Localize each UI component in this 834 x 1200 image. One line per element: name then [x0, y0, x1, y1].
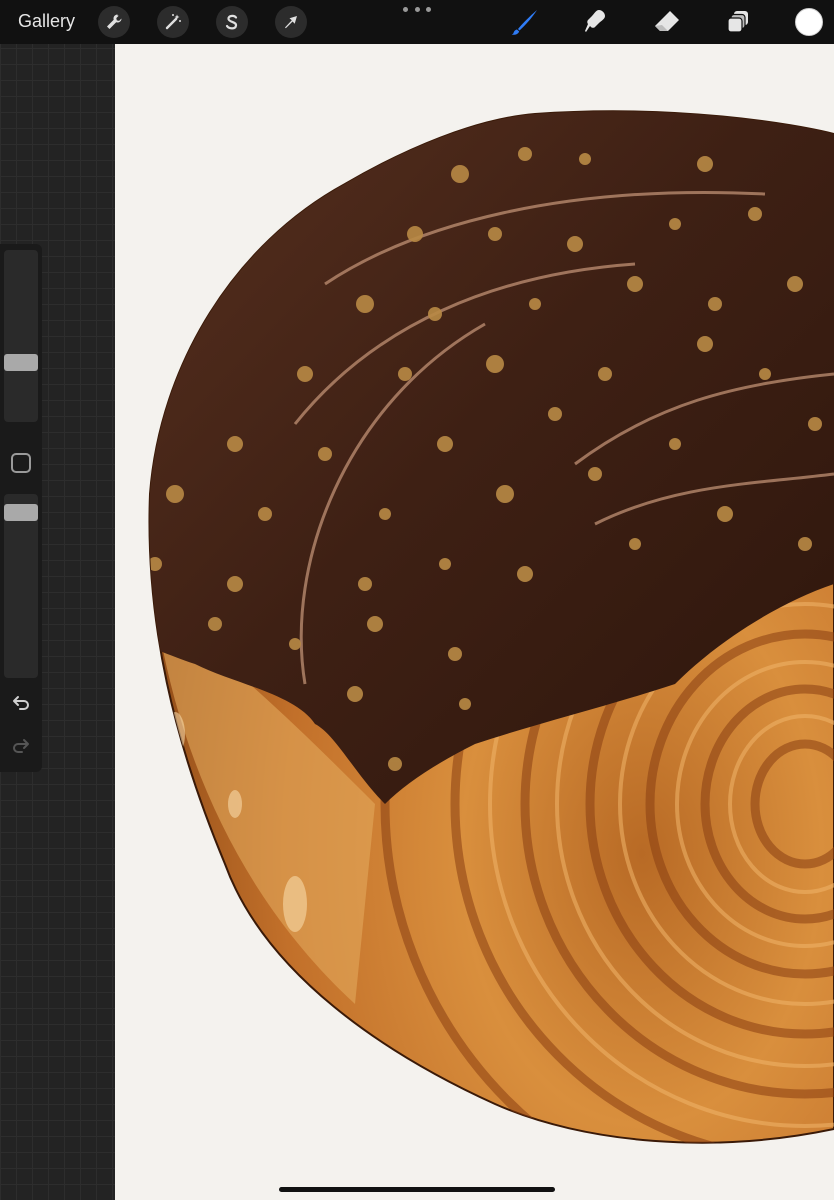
undo-button[interactable] — [9, 692, 33, 714]
brush-size-slider[interactable] — [4, 250, 38, 422]
brush-icon — [511, 10, 537, 35]
pastry-artwork — [148, 110, 834, 1144]
opacity-thumb[interactable] — [4, 504, 38, 522]
smudge-tool-button[interactable] — [579, 6, 613, 38]
drawing-canvas[interactable] — [115, 44, 834, 1200]
transform-button[interactable] — [275, 6, 307, 38]
eraser-tool-button[interactable] — [650, 6, 684, 38]
home-indicator[interactable] — [279, 1187, 555, 1192]
layers-button[interactable] — [721, 6, 755, 38]
opacity-slider[interactable] — [4, 494, 38, 678]
actions-button[interactable] — [98, 6, 130, 38]
adjustments-button[interactable] — [157, 6, 189, 38]
dot-icon — [426, 6, 431, 12]
eraser-icon — [655, 11, 679, 31]
gallery-button[interactable]: Gallery — [18, 11, 75, 32]
smudge-icon — [585, 10, 605, 32]
undo-icon — [13, 696, 29, 710]
transform-arrow-icon — [285, 16, 297, 29]
wrench-icon — [107, 14, 122, 29]
brush-size-thumb[interactable] — [4, 353, 38, 371]
color-picker-swatch[interactable] — [795, 8, 823, 36]
modify-button[interactable] — [11, 453, 31, 473]
redo-icon — [13, 739, 29, 753]
selection-s-icon — [225, 14, 238, 30]
selection-button[interactable] — [216, 6, 248, 38]
top-toolbar: Gallery — [0, 0, 834, 44]
layers-icon — [727, 11, 748, 33]
more-options-dots[interactable] — [403, 2, 431, 16]
left-sidebar — [0, 244, 42, 772]
paint-tool-button[interactable] — [508, 6, 542, 38]
dot-icon — [414, 6, 420, 12]
redo-button[interactable] — [9, 735, 33, 757]
dot-icon — [403, 6, 408, 12]
magic-wand-icon — [165, 14, 181, 30]
